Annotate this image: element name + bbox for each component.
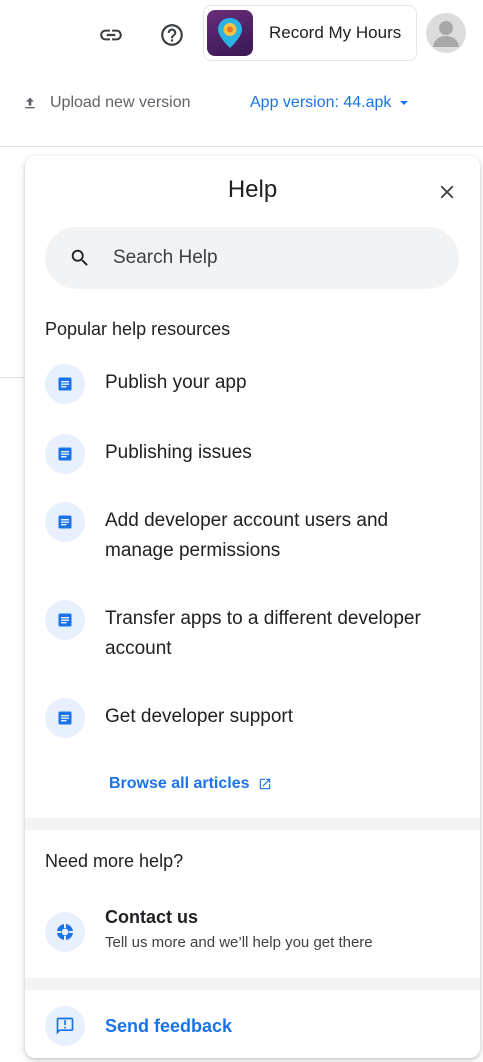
article-icon (45, 600, 85, 640)
open-in-new-icon (258, 777, 272, 791)
caret-down-icon (400, 101, 409, 105)
toolbar-divider (0, 146, 483, 147)
upload-new-version-button[interactable]: Upload new version (22, 94, 191, 112)
help-search-box[interactable] (45, 227, 459, 289)
help-search-input[interactable] (111, 246, 415, 270)
upload-label: Upload new version (50, 94, 191, 111)
help-circle-icon (161, 24, 183, 46)
article-icon (45, 434, 85, 474)
help-resource-item[interactable]: Transfer apps to a different developer a… (45, 600, 465, 664)
help-panel: Help Popular help resources Publish your… (25, 156, 480, 1058)
copy-link-button[interactable] (93, 17, 129, 53)
section-separator (25, 978, 480, 990)
contact-us-item[interactable]: Contact us Tell us more and we’ll help y… (45, 904, 465, 952)
close-icon (440, 185, 454, 199)
person-icon (433, 21, 459, 47)
contact-us-title: Contact us (105, 907, 199, 927)
need-more-help-heading: Need more help? (45, 851, 184, 871)
browse-all-articles-label: Browse all articles (109, 775, 250, 792)
send-feedback-label: Send feedback (105, 1015, 233, 1036)
help-resource-label: Transfer apps to a different developer a… (105, 608, 421, 659)
upload-icon (25, 97, 35, 109)
article-icon (45, 364, 85, 404)
app-version-dropdown[interactable]: App version: 44.apk (250, 94, 409, 112)
help-resource-label: Add developer account users and manage p… (105, 510, 389, 561)
help-button[interactable] (154, 17, 190, 53)
feedback-icon (45, 1006, 85, 1046)
article-icon (45, 502, 85, 542)
help-resource-item[interactable]: Get developer support (45, 698, 465, 738)
contact-us-subtitle: Tell us more and we’ll help you get ther… (105, 934, 373, 951)
app-name: Record My Hours (269, 23, 402, 42)
top-bar: Record My Hours (0, 0, 483, 74)
account-avatar[interactable] (426, 13, 466, 53)
help-resource-item[interactable]: Publishing issues (45, 434, 465, 474)
help-resource-label: Publish your app (105, 372, 247, 393)
app-logo-icon (207, 10, 253, 56)
search-icon (69, 247, 91, 269)
article-icon (45, 698, 85, 738)
popular-resources-heading: Popular help resources (45, 319, 231, 339)
send-feedback-button[interactable]: Send feedback (45, 1006, 232, 1046)
link-icon (100, 29, 122, 41)
help-resource-item[interactable]: Publish your app (45, 364, 465, 404)
contact-us-text: Contact us Tell us more and we’ll help y… (105, 904, 373, 951)
help-panel-title: Help (227, 176, 278, 203)
app-version-label: App version: 44.apk (250, 94, 392, 111)
help-resource-label: Publishing issues (105, 442, 252, 463)
background-divider (0, 377, 24, 378)
close-help-button[interactable] (431, 176, 463, 208)
support-icon (45, 912, 85, 952)
help-resource-label: Get developer support (105, 706, 294, 727)
browse-all-articles-link[interactable]: Browse all articles (109, 775, 272, 793)
release-toolbar: Upload new version App version: 44.apk (0, 82, 483, 132)
section-separator (25, 818, 480, 830)
app-selector[interactable]: Record My Hours (203, 5, 417, 61)
help-resource-item[interactable]: Add developer account users and manage p… (45, 502, 465, 566)
play-console-page: Record My Hours Upload new version App v… (0, 0, 483, 1062)
